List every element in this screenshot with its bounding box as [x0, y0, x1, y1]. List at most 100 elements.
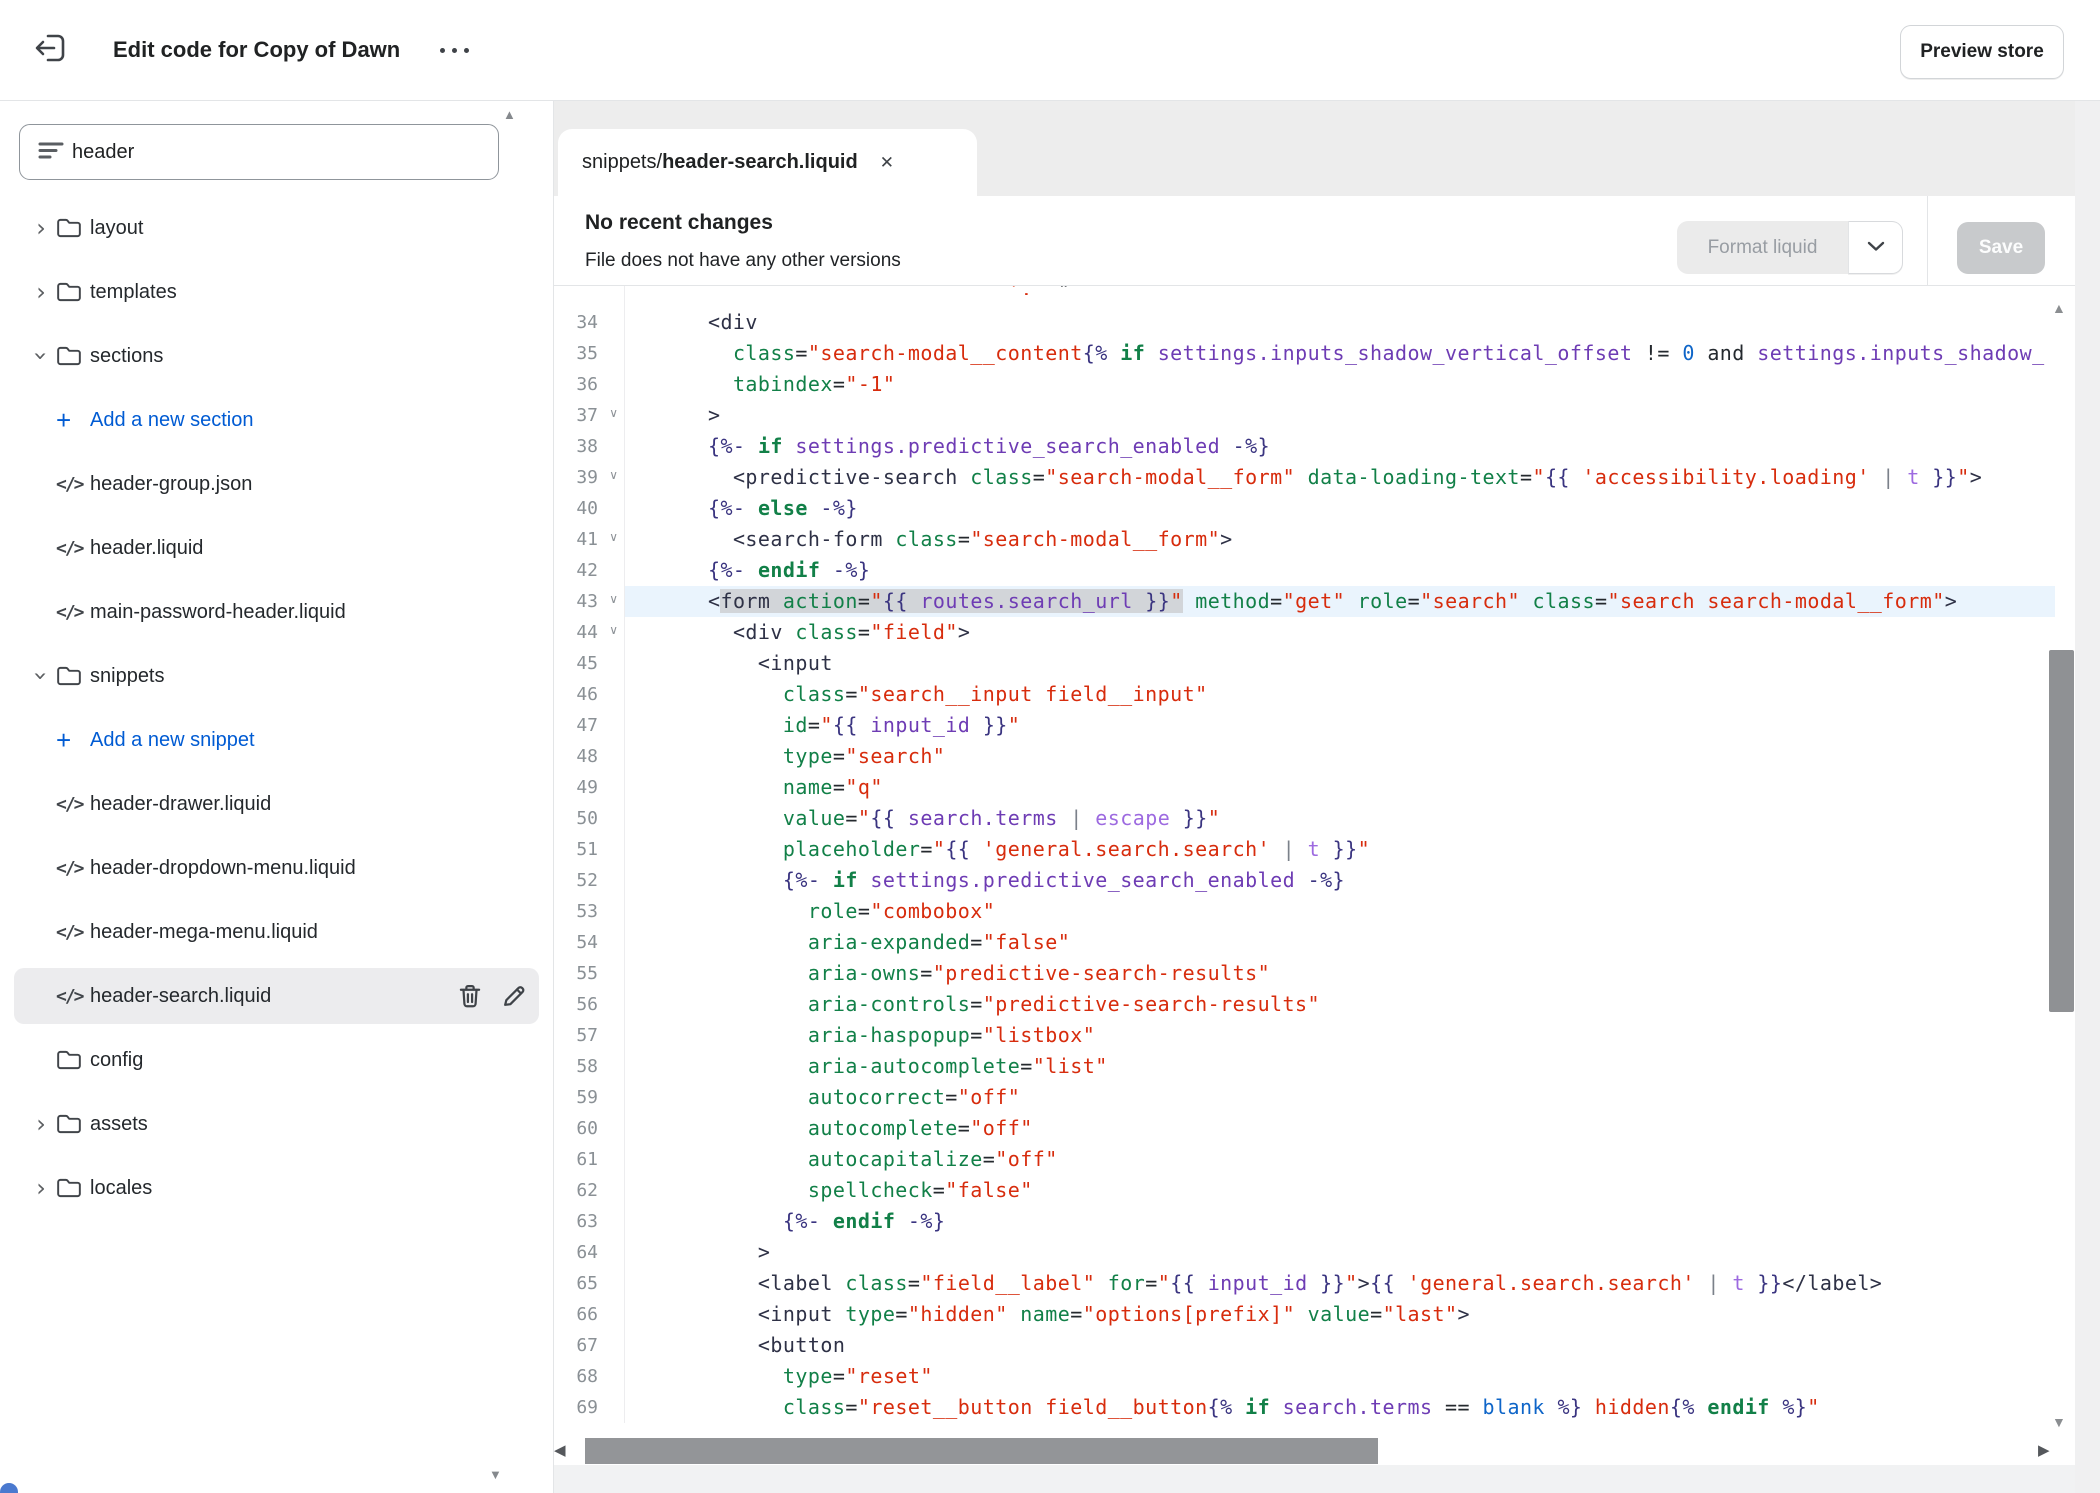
editor-scroll-down-icon[interactable]: ▼	[2052, 1414, 2066, 1430]
code-line-65[interactable]: 65 <label class="field__label" for="{{ i…	[554, 1268, 2055, 1299]
code-line-48[interactable]: 48 type="search"	[554, 741, 2055, 772]
format-liquid-dropdown[interactable]	[1848, 221, 1903, 274]
code-line-38[interactable]: 38 {%- if settings.predictive_search_ena…	[554, 431, 2055, 462]
horizontal-scrollbar-thumb[interactable]	[585, 1438, 1378, 1464]
sidebar-file-header-drawer.liquid[interactable]: </>header-drawer.liquid	[14, 776, 539, 832]
sidebar-scroll-up-icon[interactable]: ▲	[503, 108, 516, 121]
trash-icon[interactable]	[457, 983, 483, 1009]
code-text[interactable]: type="search"	[625, 741, 2055, 772]
sidebar-folder-assets[interactable]: ›assets	[14, 1096, 539, 1152]
code-text[interactable]: <input type="hidden" name="options[prefi…	[625, 1299, 2055, 1330]
code-text[interactable]: placeholder="{{ 'general.search.search' …	[625, 834, 2055, 865]
file-search-input[interactable]	[70, 140, 498, 165]
code-text[interactable]: aria-autocomplete="list"	[625, 1051, 2055, 1082]
code-line-68[interactable]: 68 type="reset"	[554, 1361, 2055, 1392]
sidebar-file-header-search.liquid[interactable]: </>header-search.liquid	[14, 968, 539, 1024]
sidebar-folder-locales[interactable]: ›locales	[14, 1160, 539, 1216]
code-text[interactable]: >	[625, 1237, 2055, 1268]
overflow-menu-button[interactable]	[440, 30, 484, 70]
code-text[interactable]: autocomplete="off"	[625, 1113, 2055, 1144]
code-line-53[interactable]: 53 role="combobox"	[554, 896, 2055, 927]
code-text[interactable]: <predictive-search class="search-modal__…	[625, 462, 2055, 493]
sidebar-file-header-group.json[interactable]: </>header-group.json	[14, 456, 539, 512]
fold-chevron-icon[interactable]: ∨	[609, 531, 618, 543]
chevron-right-icon[interactable]: ›	[26, 216, 56, 240]
chevron-right-icon[interactable]: ›	[26, 1176, 56, 1200]
sidebar-file-main-password-header.liquid[interactable]: </>main-password-header.liquid	[14, 584, 539, 640]
code-line-56[interactable]: 56 aria-controls="predictive-search-resu…	[554, 989, 2055, 1020]
code-text[interactable]: tabindex="-1"	[625, 369, 2055, 400]
code-text[interactable]: spellcheck="false"	[625, 1175, 2055, 1206]
code-line-60[interactable]: 60 autocomplete="off"	[554, 1113, 2055, 1144]
code-line-36[interactable]: 36 tabindex="-1"	[554, 369, 2055, 400]
code-line-44[interactable]: 44∨ <div class="field">	[554, 617, 2055, 648]
tab-header-search-liquid[interactable]: snippets/header-search.liquid ✕	[558, 129, 977, 196]
code-line-51[interactable]: 51 placeholder="{{ 'general.search.searc…	[554, 834, 2055, 865]
chevron-down-icon[interactable]: ›	[29, 661, 53, 691]
code-text[interactable]: aria-owns="predictive-search-results"	[625, 958, 2055, 989]
code-text[interactable]: <button	[625, 1330, 2055, 1361]
code-text[interactable]: class="search__input field__input"	[625, 679, 2055, 710]
code-text[interactable]: autocorrect="off"	[625, 1082, 2055, 1113]
code-line-61[interactable]: 61 autocapitalize="off"	[554, 1144, 2055, 1175]
exit-button[interactable]	[30, 28, 74, 72]
code-line-45[interactable]: 45 <input	[554, 648, 2055, 679]
sidebar-action-add-a-new-snippet[interactable]: +Add a new snippet	[14, 712, 539, 768]
code-editor[interactable]: ', "34 <div35 class="search-modal__conte…	[554, 286, 2055, 1423]
code-text[interactable]: role="combobox"	[625, 896, 2055, 927]
sidebar-file-header.liquid[interactable]: </>header.liquid	[14, 520, 539, 576]
editor-scroll-right-icon[interactable]: ▶	[2038, 1441, 2050, 1459]
sidebar-folder-config[interactable]: config	[14, 1032, 539, 1088]
chevron-down-icon[interactable]: ›	[29, 341, 53, 371]
sidebar-file-header-dropdown-menu.liquid[interactable]: </>header-dropdown-menu.liquid	[14, 840, 539, 896]
code-line-43[interactable]: 43∨ <form action="{{ routes.search_url }…	[554, 586, 2055, 617]
chevron-right-icon[interactable]: ›	[26, 280, 56, 304]
file-search-box[interactable]	[19, 124, 499, 180]
vertical-scrollbar-thumb[interactable]	[2049, 650, 2074, 1012]
code-text[interactable]: {%- endif -%}	[625, 1206, 2055, 1237]
pencil-icon[interactable]	[501, 983, 527, 1009]
code-text[interactable]: <input	[625, 648, 2055, 679]
fold-chevron-icon[interactable]: ∨	[609, 407, 618, 419]
fold-chevron-icon[interactable]: ∨	[609, 469, 618, 481]
code-line-69[interactable]: 69 class="reset__button field__button{% …	[554, 1392, 2055, 1423]
code-line-34[interactable]: 34 <div	[554, 307, 2055, 338]
code-text[interactable]: >	[625, 400, 2055, 431]
code-line-42[interactable]: 42 {%- endif -%}	[554, 555, 2055, 586]
code-line-49[interactable]: 49 name="q"	[554, 772, 2055, 803]
code-text[interactable]: <label class="field__label" for="{{ inpu…	[625, 1268, 2055, 1299]
editor-scroll-up-icon[interactable]: ▲	[2052, 300, 2066, 316]
code-text[interactable]: aria-haspopup="listbox"	[625, 1020, 2055, 1051]
sidebar-action-add-a-new-section[interactable]: +Add a new section	[14, 392, 539, 448]
close-icon[interactable]: ✕	[880, 153, 894, 173]
code-line-40[interactable]: 40 {%- else -%}	[554, 493, 2055, 524]
code-line-66[interactable]: 66 <input type="hidden" name="options[pr…	[554, 1299, 2055, 1330]
code-line-57[interactable]: 57 aria-haspopup="listbox"	[554, 1020, 2055, 1051]
code-line-47[interactable]: 47 id="{{ input_id }}"	[554, 710, 2055, 741]
format-liquid-button[interactable]: Format liquid	[1677, 221, 1903, 274]
code-line-46[interactable]: 46 class="search__input field__input"	[554, 679, 2055, 710]
code-line-62[interactable]: 62 spellcheck="false"	[554, 1175, 2055, 1206]
code-text[interactable]: {%- if settings.predictive_search_enable…	[625, 431, 2055, 462]
code-text[interactable]: aria-expanded="false"	[625, 927, 2055, 958]
code-line-58[interactable]: 58 aria-autocomplete="list"	[554, 1051, 2055, 1082]
code-text[interactable]: value="{{ search.terms | escape }}"	[625, 803, 2055, 834]
code-text[interactable]: {%- endif -%}	[625, 555, 2055, 586]
code-line-39[interactable]: 39∨ <predictive-search class="search-mod…	[554, 462, 2055, 493]
code-line-41[interactable]: 41∨ <search-form class="search-modal__fo…	[554, 524, 2055, 555]
preview-store-button[interactable]: Preview store	[1900, 25, 2064, 79]
editor-scroll-left-icon[interactable]: ◀	[554, 1441, 566, 1459]
code-text[interactable]: aria-controls="predictive-search-results…	[625, 989, 2055, 1020]
sidebar-folder-templates[interactable]: ›templates	[14, 264, 539, 320]
code-line-63[interactable]: 63 {%- endif -%}	[554, 1206, 2055, 1237]
code-text[interactable]: id="{{ input_id }}"	[625, 710, 2055, 741]
fold-chevron-icon[interactable]: ∨	[609, 624, 618, 636]
code-text[interactable]: name="q"	[625, 772, 2055, 803]
code-line-64[interactable]: 64 >	[554, 1237, 2055, 1268]
fold-chevron-icon[interactable]: ∨	[609, 593, 618, 605]
sidebar-folder-snippets[interactable]: ›snippets	[14, 648, 539, 704]
sidebar-scroll-down-icon[interactable]: ▼	[489, 1468, 502, 1481]
code-line-67[interactable]: 67 <button	[554, 1330, 2055, 1361]
code-line-54[interactable]: 54 aria-expanded="false"	[554, 927, 2055, 958]
code-line-37[interactable]: 37∨ >	[554, 400, 2055, 431]
